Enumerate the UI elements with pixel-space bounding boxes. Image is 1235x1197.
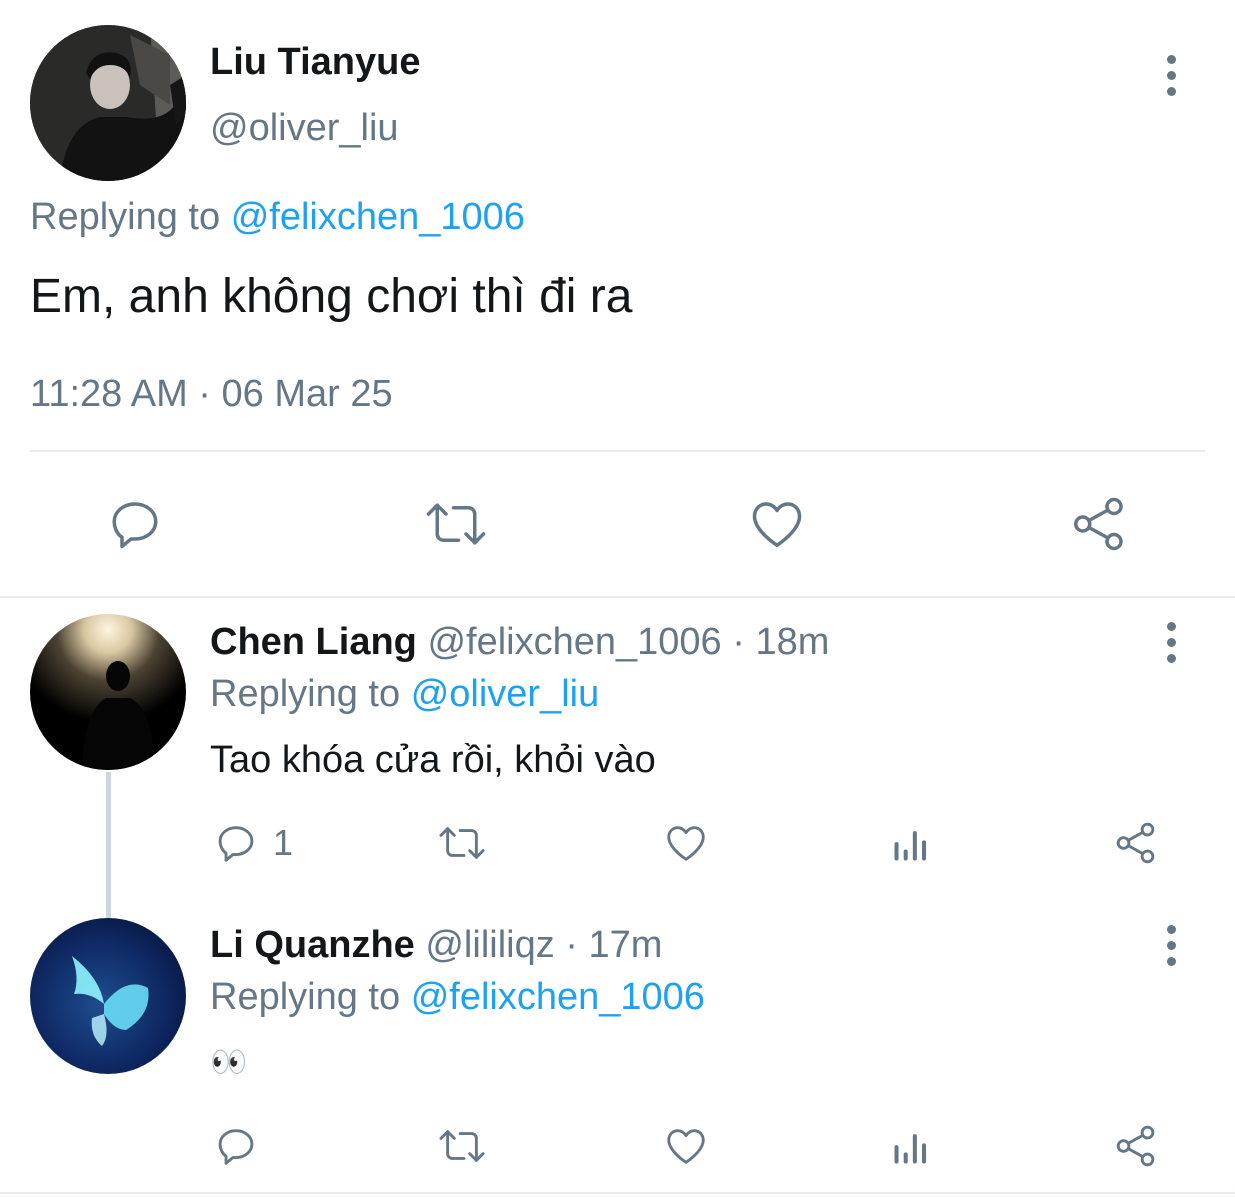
avatar[interactable] [30, 918, 186, 1074]
more-options-icon[interactable] [1161, 617, 1181, 667]
avatar-photo [30, 614, 186, 770]
replying-to-label: Replying to [210, 976, 401, 1018]
avatar[interactable] [30, 614, 186, 770]
reply-header: Chen Liang @felixchen_1006 · 18m [210, 620, 829, 664]
tweet-text: Em, anh không chơi thì đi ra [30, 270, 633, 323]
replying-to-handle-link[interactable]: @oliver_liu [411, 673, 600, 715]
reply-icon[interactable] [213, 1123, 259, 1169]
divider [30, 450, 1205, 452]
author-handle[interactable]: @lililiqz [425, 924, 554, 966]
analytics-icon[interactable] [889, 1125, 933, 1169]
section-divider [0, 1192, 1235, 1194]
avatar-photo [30, 25, 186, 181]
replying-to: Replying to @felixchen_1006 [30, 195, 525, 239]
author-name[interactable]: Li Quanzhe [210, 924, 415, 966]
like-icon[interactable] [746, 494, 808, 554]
retweet-icon[interactable] [436, 1123, 488, 1169]
replying-to-label: Replying to [210, 673, 401, 715]
reply-icon[interactable] [104, 494, 166, 554]
share-icon[interactable] [1068, 494, 1130, 554]
replying-to-label: Replying to [30, 196, 221, 238]
thread-line [106, 772, 111, 918]
author-name[interactable]: Liu Tianyue [210, 40, 420, 84]
analytics-icon[interactable] [889, 822, 933, 866]
more-options-icon[interactable] [1161, 50, 1181, 100]
replying-to-handle-link[interactable]: @felixchen_1006 [411, 976, 705, 1018]
reply-time[interactable]: 18m [755, 621, 829, 663]
author-name[interactable]: Chen Liang [210, 621, 417, 663]
reply-header: Li Quanzhe @lililiqz · 17m [210, 923, 662, 967]
reply-icon[interactable] [213, 820, 259, 866]
reply-text: Tao khóa cửa rồi, khỏi vào [210, 739, 656, 781]
reply-text: 👀 [210, 1046, 248, 1079]
author-handle[interactable]: @felixchen_1006 [427, 621, 721, 663]
separator: · [732, 621, 745, 663]
replying-to: Replying to @felixchen_1006 [210, 975, 705, 1019]
replying-to: Replying to @oliver_liu [210, 672, 599, 716]
reply-action[interactable]: 1 [213, 820, 293, 866]
share-icon[interactable] [1112, 820, 1160, 866]
avatar[interactable] [30, 25, 186, 181]
tweet-timestamp[interactable]: 11:28 AM · 06 Mar 25 [30, 372, 393, 416]
author-handle[interactable]: @oliver_liu [210, 106, 399, 150]
like-icon[interactable] [663, 1123, 709, 1169]
replying-to-handle-link[interactable]: @felixchen_1006 [231, 196, 525, 238]
share-icon[interactable] [1112, 1123, 1160, 1169]
like-icon[interactable] [663, 820, 709, 866]
more-options-icon[interactable] [1161, 920, 1181, 970]
separator: · [565, 924, 578, 966]
reply-count: 1 [273, 822, 294, 863]
reply-time[interactable]: 17m [589, 924, 663, 966]
section-divider [0, 596, 1235, 598]
retweet-icon[interactable] [423, 494, 489, 554]
retweet-icon[interactable] [436, 820, 488, 866]
avatar-photo [30, 918, 186, 1074]
